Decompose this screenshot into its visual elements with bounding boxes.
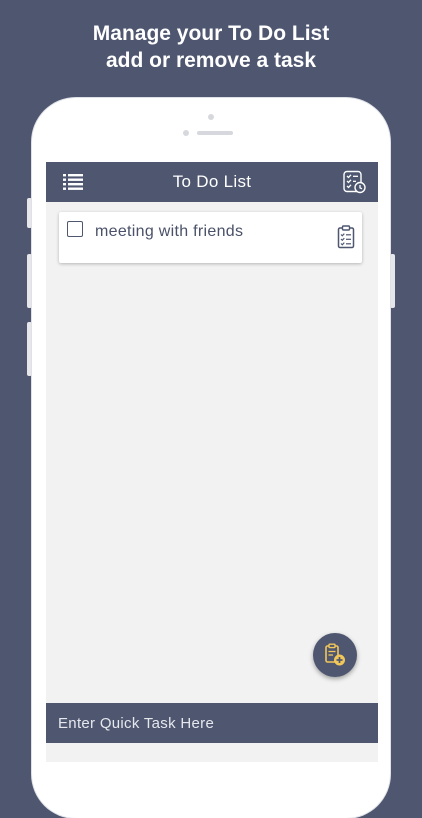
app-screen: To Do List meeting with friends [46, 162, 378, 762]
add-task-icon [325, 643, 345, 666]
phone-sensor [183, 130, 189, 136]
list-icon[interactable] [63, 173, 83, 191]
promo-line-1: Manage your To Do List [92, 22, 330, 45]
quick-task-bar [46, 703, 378, 743]
phone-camera [208, 114, 214, 120]
phone-speaker [197, 131, 233, 135]
app-bar: To Do List [46, 162, 378, 202]
promo-line-2: add or remove a task [105, 49, 317, 72]
phone-power-button [390, 254, 395, 308]
task-checkbox[interactable] [67, 221, 83, 237]
add-task-button[interactable] [313, 633, 357, 677]
checklist-icon[interactable] [342, 170, 366, 194]
task-text: meeting with friends [95, 223, 244, 240]
task-card[interactable]: meeting with friends [59, 212, 362, 263]
quick-task-input[interactable] [46, 703, 378, 743]
page-title: To Do List [172, 172, 252, 191]
promo-caption: Manage your To Do List add or remove a t… [0, 20, 422, 74]
clipboard-icon[interactable] [337, 225, 355, 249]
